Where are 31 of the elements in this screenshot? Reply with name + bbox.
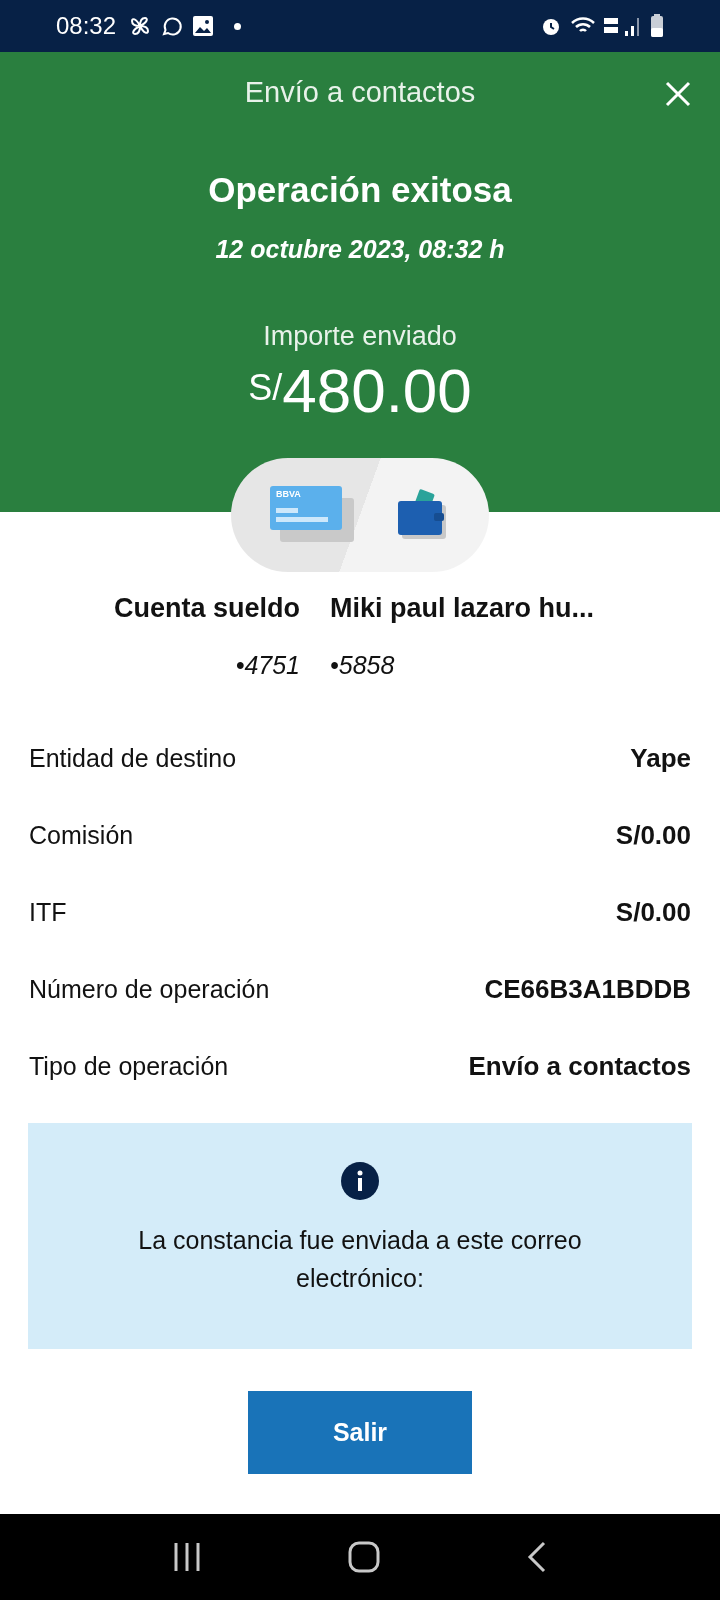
detail-value: CE66B3A1BDDB [484,973,691,1006]
source-account-name: Cuenta sueldo [113,592,300,625]
detail-value: S/0.00 [615,819,691,852]
detail-label: ITF [29,896,67,928]
image-icon [192,15,215,37]
operation-date: 12 octubre 2023, 08:32 h [215,233,505,265]
detail-value: S/0.00 [615,896,691,929]
detail-label: Tipo de operación [29,1050,229,1082]
detail-label: Número de operación [29,973,270,1005]
signal-icon [624,16,642,36]
status-time: 08:32 [56,11,117,41]
detail-label: Comisión [29,819,134,851]
battery-icon [650,14,664,38]
amount-label: Importe enviado [263,320,457,353]
status-heading: Operación exitosa [208,169,512,211]
close-icon [665,81,691,107]
back-icon[interactable] [526,1541,547,1573]
source-account-number: •4751 [235,649,300,681]
amount-value: 480.00 [282,354,472,427]
exit-button[interactable]: Salir [248,1391,472,1474]
recipient-number: •5858 [330,649,395,681]
detail-value: Envío a contactos [468,1050,691,1083]
info-text: La constancia fue enviada a este correo electrónico: [137,1225,583,1294]
detail-value: Yape [630,742,691,775]
recipient-name: Miki paul lazaro hu... [330,592,595,625]
info-icon [340,1161,380,1201]
screen-title: Envío a contactos [244,75,476,111]
detail-label: Entidad de destino [29,742,237,774]
home-icon[interactable] [348,1541,380,1573]
recent-apps-icon[interactable] [173,1542,202,1572]
currency-symbol: S/ [248,365,283,408]
